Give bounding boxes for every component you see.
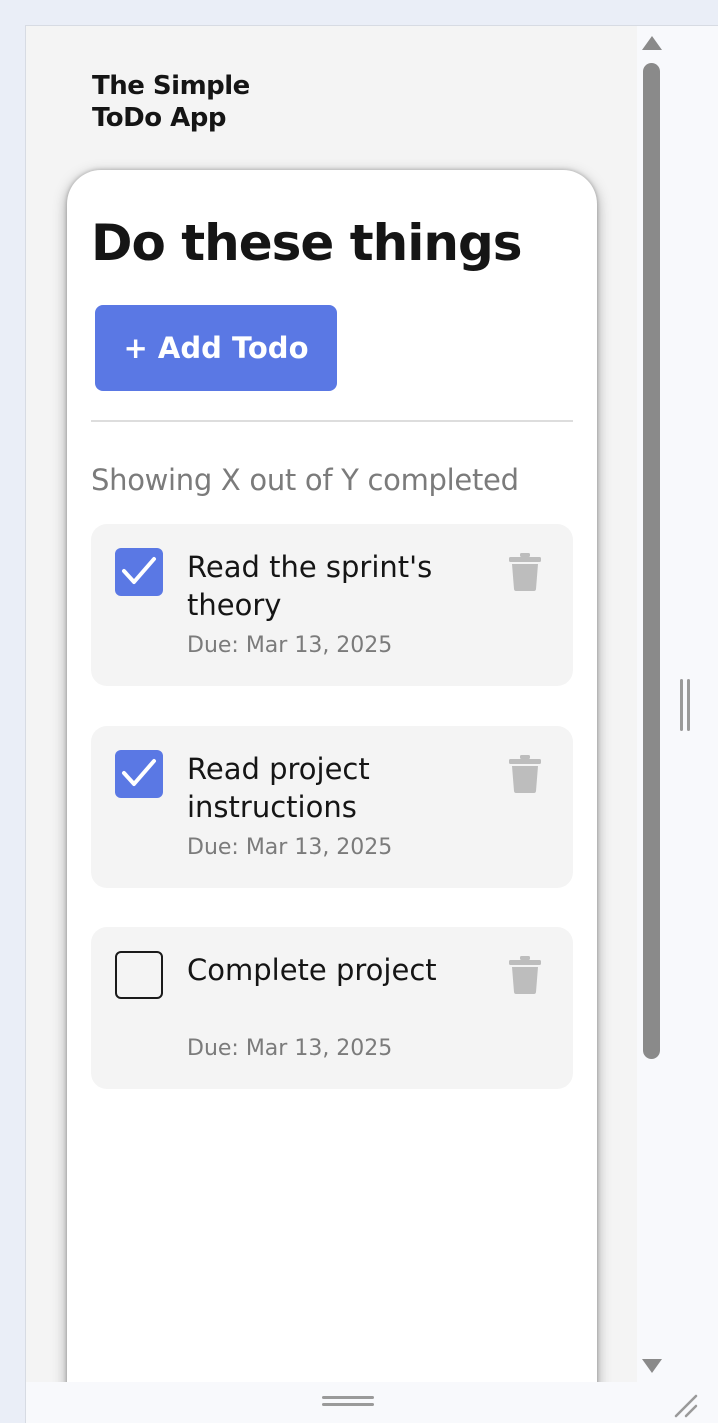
todo-checkbox-checked[interactable] (115, 548, 163, 596)
todo-item: Read project instructions Due: Mar 13, 2… (91, 726, 573, 888)
todo-due-date: Due: Mar 13, 2025 (187, 1036, 393, 1061)
completion-summary: Showing X out of Y completed (91, 463, 519, 497)
width-resize-handle[interactable] (680, 679, 692, 731)
todo-checkbox-unchecked[interactable] (115, 951, 163, 999)
todo-text: Complete project (187, 953, 437, 987)
todo-due-date: Due: Mar 13, 2025 (187, 835, 393, 860)
scroll-up-arrow-icon[interactable] (642, 36, 662, 50)
todo-item: Complete project Due: Mar 13, 2025 (91, 927, 573, 1089)
trash-icon[interactable] (507, 754, 543, 794)
trash-icon[interactable] (507, 955, 543, 995)
trash-icon[interactable] (507, 552, 543, 592)
todo-text: Read the sprint's theory (187, 550, 433, 622)
app-title: The Simple ToDo App (92, 71, 250, 133)
scroll-down-arrow-icon[interactable] (642, 1359, 662, 1373)
height-resize-handle[interactable] (322, 1396, 374, 1408)
page-heading: Do these things (91, 214, 523, 272)
app-viewport: The Simple ToDo App Do these things + Ad… (26, 26, 637, 1382)
check-icon (122, 759, 156, 786)
todo-card: Do these things + Add Todo Showing X out… (67, 170, 597, 1382)
todo-checkbox-checked[interactable] (115, 750, 163, 798)
todo-due-date: Due: Mar 13, 2025 (187, 633, 393, 658)
check-icon (122, 557, 156, 584)
resize-grip-icon[interactable] (672, 1392, 702, 1420)
preview-frame: The Simple ToDo App Do these things + Ad… (25, 25, 718, 1423)
todo-text: Read project instructions (187, 752, 370, 824)
vertical-scrollbar[interactable] (637, 26, 667, 1382)
scrollbar-thumb[interactable] (643, 63, 660, 1059)
add-todo-button[interactable]: + Add Todo (95, 305, 337, 391)
todo-item: Read the sprint's theory Due: Mar 13, 20… (91, 524, 573, 686)
divider (91, 420, 573, 422)
